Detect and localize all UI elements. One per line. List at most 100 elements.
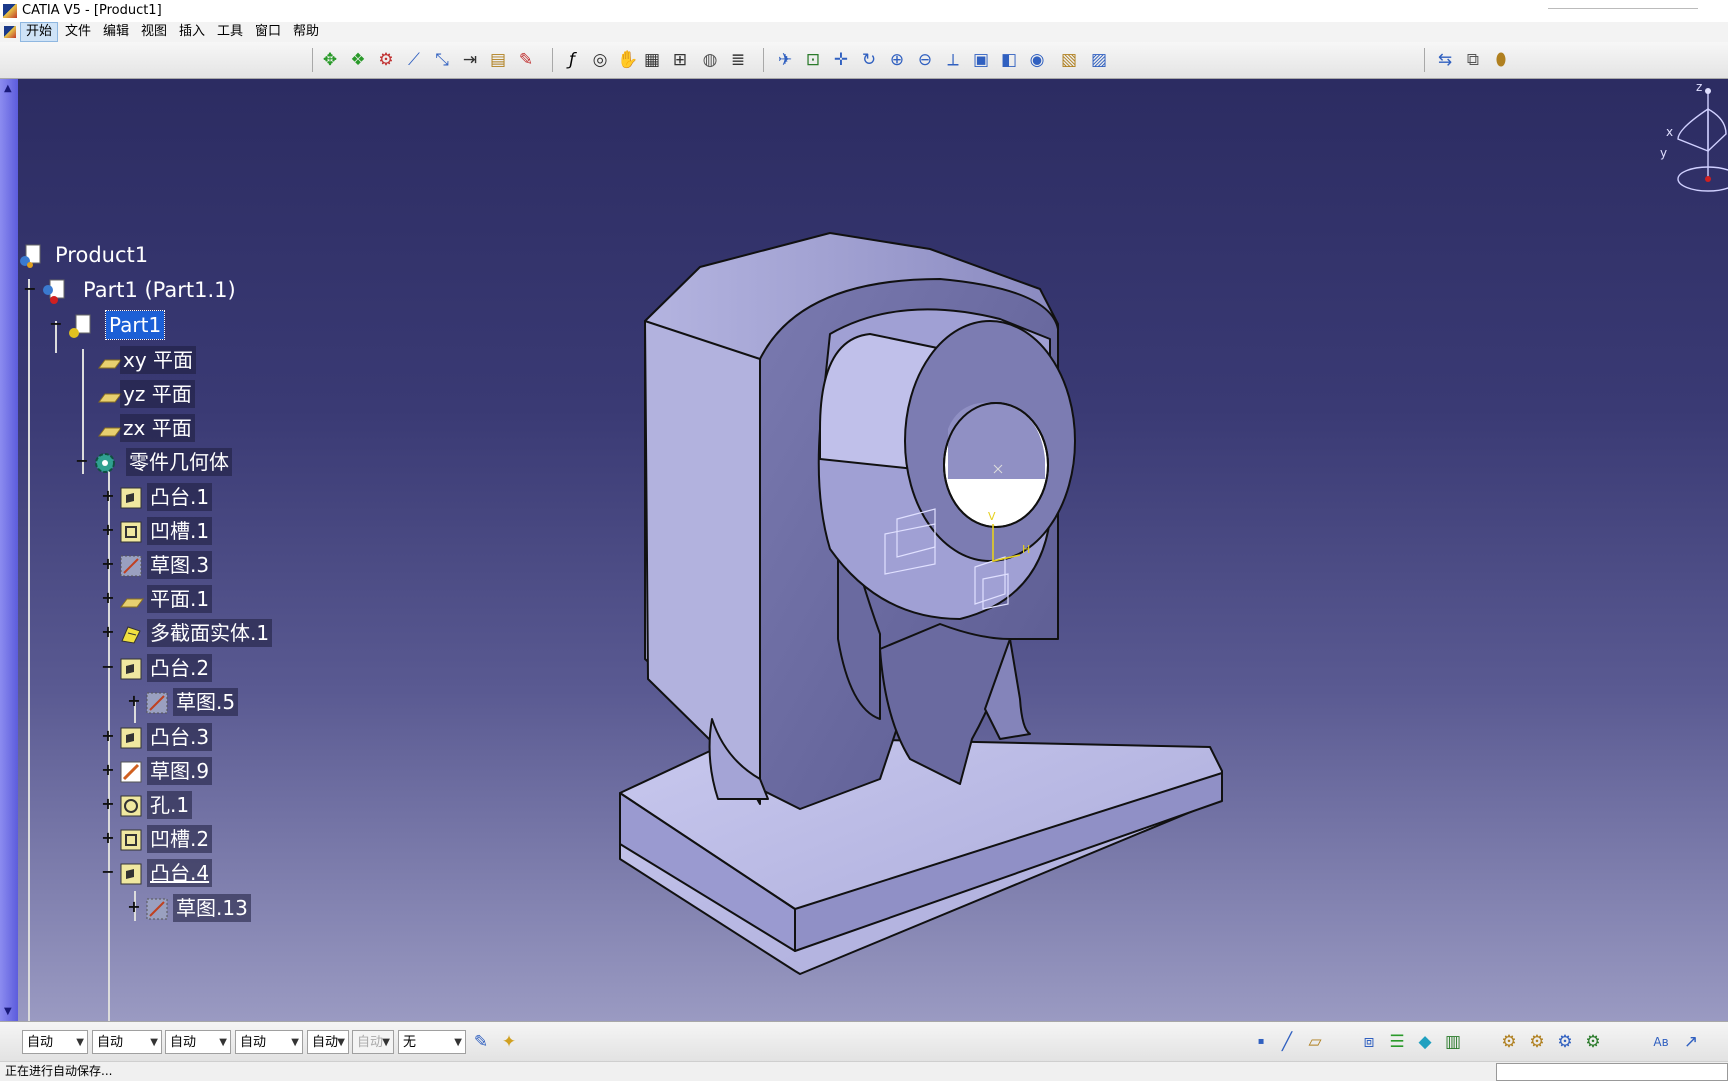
arrow-icon[interactable]: ↗ [1680, 1031, 1702, 1053]
parameter-icon[interactable]: ≣ [727, 49, 749, 71]
hand-icon[interactable]: ✋ [617, 49, 639, 71]
assembly4-icon[interactable]: ⚙ [1582, 1031, 1604, 1053]
menu-view[interactable]: 视图 [136, 22, 172, 42]
plane-icon [98, 393, 122, 403]
command-input[interactable] [1496, 1063, 1728, 1081]
collapse-icon[interactable]: − [48, 316, 64, 333]
tree-label-feature: 凹槽.1 [147, 517, 213, 545]
multi-view-icon[interactable]: ▣ [970, 49, 992, 71]
part-3d-model[interactable]: V H [0, 79, 1728, 1021]
transparency-combo[interactable]: 自动 ▼ [92, 1030, 162, 1054]
zoom-out-icon[interactable]: ⊖ [914, 49, 936, 71]
swap-icon[interactable]: ▨ [1088, 49, 1110, 71]
line-icon[interactable]: ╱ [1276, 1031, 1298, 1053]
eraser-icon[interactable]: ◆ [1414, 1031, 1436, 1053]
knowledge-icon[interactable]: ⊞ [669, 49, 691, 71]
layer-combo[interactable]: 无 ▼ [398, 1030, 466, 1054]
line-thickness-combo[interactable]: 自动 ▼ [165, 1030, 231, 1054]
zoom-in-icon[interactable]: ⊕ [886, 49, 908, 71]
distance-icon[interactable]: ⇥ [459, 49, 481, 71]
tree-connector [28, 291, 30, 1021]
expand-icon[interactable]: + [100, 728, 116, 745]
menu-file[interactable]: 文件 [60, 22, 96, 42]
collapse-icon[interactable]: − [22, 281, 38, 298]
tree-label-feature: 凹槽.2 [147, 825, 213, 853]
expand-icon[interactable]: + [126, 899, 142, 916]
hide-show-icon[interactable]: ▧ [1058, 49, 1080, 71]
window-controls[interactable] [1548, 0, 1698, 9]
sketch-icon [146, 692, 168, 714]
point-type-combo[interactable]: 自动 ▼ [307, 1030, 349, 1054]
expand-icon[interactable]: + [126, 693, 142, 710]
expand-icon[interactable]: + [100, 522, 116, 539]
painter-icon[interactable]: ✎ [470, 1031, 492, 1053]
catalog-icon[interactable]: ⬮ [1490, 49, 1512, 71]
menu-start[interactable]: 开始 [20, 22, 59, 42]
menu-tools[interactable]: 工具 [212, 22, 248, 42]
menu-window[interactable]: 窗口 [250, 22, 286, 42]
measure-between-icon[interactable]: ⤡ [431, 49, 453, 71]
point-icon[interactable]: ▪ [1250, 1031, 1272, 1053]
collapse-icon[interactable]: − [74, 453, 90, 470]
comment-icon[interactable]: ◎ [589, 49, 611, 71]
menu-help[interactable]: 帮助 [288, 22, 324, 42]
expand-icon[interactable]: + [100, 796, 116, 813]
expand-icon[interactable]: + [100, 624, 116, 641]
tree-label-part: Part1 [104, 310, 166, 340]
expand-icon[interactable]: + [100, 762, 116, 779]
plane-icon [98, 359, 122, 369]
system-menu-icon[interactable] [4, 26, 16, 38]
clash-icon[interactable]: ✎ [515, 49, 537, 71]
menu-edit[interactable]: 编辑 [98, 22, 134, 42]
collapse-icon[interactable]: − [100, 864, 116, 881]
fly-icon[interactable]: ✈ [774, 49, 796, 71]
fit-all-icon[interactable]: ⊡ [802, 49, 824, 71]
body-gear-icon [95, 453, 115, 473]
graphic-properties-icon[interactable]: ✦ [498, 1031, 520, 1053]
expand-icon[interactable]: + [100, 556, 116, 573]
combo-value: 自动 [170, 1035, 197, 1050]
spell-icon[interactable]: Aʙ [1650, 1031, 1672, 1053]
assembly-constraint-icon[interactable]: ⇆ [1434, 49, 1456, 71]
title-bar: CATIA V5 - [Product1] [0, 0, 1728, 22]
snap-icon[interactable]: ❖ [347, 49, 369, 71]
product-tool-icon[interactable]: ⧉ [1462, 49, 1484, 71]
iso-view-icon[interactable]: ◧ [998, 49, 1020, 71]
3d-viewport[interactable]: ▲ ▼ V H z x y Product1 − Part1 (Part1.1)… [0, 79, 1728, 1021]
collapse-icon[interactable]: − [100, 659, 116, 676]
normal-view-icon[interactable]: ⟂ [942, 49, 964, 71]
part-design-icon[interactable]: ⧈ [1358, 1031, 1380, 1053]
toolbar-separator [763, 48, 764, 72]
assembly2-icon[interactable]: ⚙ [1526, 1031, 1548, 1053]
expand-icon[interactable]: + [100, 830, 116, 847]
table-icon[interactable]: ▦ [641, 49, 663, 71]
compass-icon[interactable]: z x y [1658, 79, 1728, 209]
tree-label-feature: 凸台.4 [147, 859, 213, 887]
rotate-icon[interactable]: ↻ [858, 49, 880, 71]
menu-bar: 开始 文件 编辑 视图 插入 工具 窗口 帮助 [0, 22, 1728, 42]
tree-label-feature: 草图.3 [147, 551, 213, 579]
toolbar-separator [312, 48, 313, 72]
manipulate-icon[interactable]: ⚙ [375, 49, 397, 71]
inertia-icon[interactable]: ▤ [487, 49, 509, 71]
menu-insert[interactable]: 插入 [174, 22, 210, 42]
tree-label-feature: 平面.1 [147, 585, 213, 613]
combo-value: 自动 [97, 1035, 124, 1050]
color-combo[interactable]: 自动 ▼ [22, 1030, 88, 1054]
formula-icon[interactable]: ƒ [561, 49, 583, 71]
expand-icon[interactable]: + [100, 488, 116, 505]
lock-icon[interactable]: ◍ [699, 49, 721, 71]
line-type-combo[interactable]: 自动 ▼ [235, 1030, 303, 1054]
expand-icon[interactable]: + [100, 590, 116, 607]
move-compass-icon[interactable]: ✥ [319, 49, 341, 71]
status-message: 正在进行自动保存... [5, 1064, 113, 1078]
pan-icon[interactable]: ✛ [830, 49, 852, 71]
book-icon[interactable]: ▥ [1442, 1031, 1464, 1053]
shading-icon[interactable]: ◉ [1026, 49, 1048, 71]
plane-icon[interactable]: ▱ [1304, 1031, 1326, 1053]
measure-icon[interactable]: ⟋ [403, 49, 425, 71]
layer-icon[interactable]: ☰ [1386, 1031, 1408, 1053]
assembly3-icon[interactable]: ⚙ [1554, 1031, 1576, 1053]
assembly-icon[interactable]: ⚙ [1498, 1031, 1520, 1053]
chevron-down-icon: ▼ [337, 1037, 345, 1048]
